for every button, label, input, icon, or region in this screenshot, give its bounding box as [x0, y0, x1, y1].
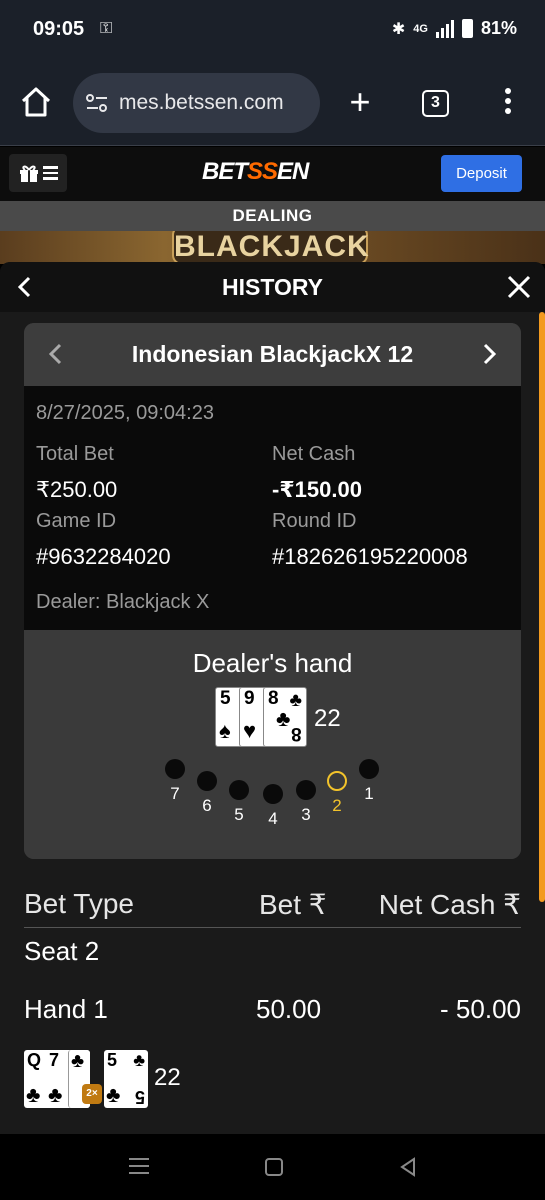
seat-number: 6 — [202, 796, 212, 815]
col-bet: Bet ₹ — [259, 889, 327, 920]
url-text: mes.betssen.com — [119, 91, 284, 114]
system-nav-bar — [0, 1134, 545, 1200]
status-time: 09:05 — [33, 18, 85, 40]
dealer-card: 8 ♣ ♣ 8 — [263, 687, 307, 747]
double-down-badge: 2× — [82, 1084, 102, 1104]
bet-table-header: Bet Type Bet ₹ Net Cash ₹ — [24, 882, 521, 928]
site-header: BETSSEN Deposit — [0, 147, 545, 201]
player-card-doubled: 5 ♣ ♣ 5 — [104, 1050, 148, 1108]
recents-icon[interactable] — [129, 1158, 149, 1176]
hand-bet: 50.00 — [256, 994, 322, 1024]
history-panel: HISTORY Indonesian BlackjackX 12 8/27/20… — [0, 262, 545, 1134]
seat-marker — [263, 784, 283, 804]
new-tab-button[interactable]: + — [344, 84, 376, 120]
col-bet-type: Bet Type — [24, 888, 135, 919]
table-title: BLACKJACK — [172, 231, 369, 264]
player-hand-total: 22 — [154, 1064, 181, 1091]
battery-percent: 81% — [480, 18, 517, 38]
round-card: Indonesian BlackjackX 12 8/27/2025, 09:0… — [24, 323, 521, 859]
dealer-name: Dealer: Blackjack X — [36, 591, 210, 613]
round-id-label: Round ID — [272, 510, 357, 532]
home-icon[interactable] — [18, 84, 54, 120]
total-bet-label: Total Bet — [36, 443, 114, 465]
seat-number: 7 — [170, 784, 180, 803]
close-icon[interactable] — [506, 274, 532, 300]
menu-button[interactable] — [9, 154, 67, 192]
total-bet-value: ₹250.00 — [36, 477, 118, 502]
net-cash-value: -₹150.00 — [272, 477, 362, 502]
game-name: Indonesian BlackjackX 12 — [131, 341, 414, 367]
game-table-background: BLACKJACK — [0, 231, 545, 264]
seat-number: 3 — [301, 805, 311, 824]
game-id-value: #9632284020 — [36, 544, 171, 569]
hand-net-cash: - 50.00 — [440, 994, 521, 1024]
next-round-chevron-icon[interactable] — [479, 341, 499, 367]
seat-marker — [229, 780, 249, 800]
hand-label: Hand 1 — [24, 994, 108, 1024]
col-net-cash: Net Cash ₹ — [378, 889, 521, 920]
key-icon: ⚿ — [100, 20, 113, 37]
seat-marker-active — [327, 771, 347, 791]
back-nav-icon[interactable] — [398, 1156, 418, 1178]
home-nav-icon[interactable] — [265, 1158, 283, 1176]
hamburger-icon — [42, 163, 58, 183]
deposit-button[interactable]: Deposit — [441, 155, 522, 192]
dealing-status: DEALING — [0, 201, 545, 231]
round-id-value: #182626195220008 — [272, 544, 468, 569]
net-cash-label: Net Cash — [272, 443, 356, 465]
round-card-header: Indonesian BlackjackX 12 — [24, 323, 521, 386]
dealer-total: 22 — [314, 705, 341, 732]
bluetooth-icon: ✱ — [391, 20, 406, 38]
history-header: HISTORY — [0, 262, 545, 312]
dealers-hand-title: Dealer's hand — [192, 648, 353, 678]
seat-marker — [165, 759, 185, 779]
address-bar[interactable]: mes.betssen.com — [73, 73, 320, 133]
dealers-hand-section: Dealer's hand 5 ♠ 9 ♥ 8 ♣ ♣ 8 22 7 6 5 4 3 — [24, 630, 521, 859]
gift-icon — [19, 165, 38, 182]
round-details: 8/27/2025, 09:04:23 Total Bet ₹250.00 Ne… — [24, 386, 521, 630]
battery-icon — [461, 19, 473, 38]
seat-marker — [296, 780, 316, 800]
network-type: 4G — [413, 22, 428, 35]
game-id-label: Game ID — [36, 510, 117, 532]
browser-toolbar: mes.betssen.com + 3 — [0, 60, 545, 146]
signal-icon — [435, 19, 454, 38]
status-icons: ✱ 4G 81% — [392, 18, 517, 39]
overflow-menu-icon[interactable] — [502, 88, 514, 118]
seat-number: 4 — [268, 809, 278, 828]
seat-number-active: 2 — [332, 796, 342, 815]
scrollbar[interactable] — [539, 312, 545, 902]
seat-marker — [197, 771, 217, 791]
player-hand-cards: Q ♣ 7 ♣ ♣ 2× 5 ♣ ♣ 5 22 — [24, 1048, 224, 1110]
seat-number: 5 — [234, 805, 244, 824]
site-settings-icon[interactable] — [85, 92, 109, 114]
status-bar: 09:05 ⚿ ✱ 4G 81% — [0, 0, 545, 60]
round-datetime: 8/27/2025, 09:04:23 — [36, 402, 214, 424]
history-title: HISTORY — [222, 274, 323, 300]
seat-marker — [359, 759, 379, 779]
betssen-logo[interactable]: BETSSEN — [202, 158, 309, 186]
seat-row-label: Seat 2 — [24, 936, 100, 966]
tab-switcher-button[interactable]: 3 — [422, 90, 449, 117]
seat-number: 1 — [364, 784, 374, 803]
